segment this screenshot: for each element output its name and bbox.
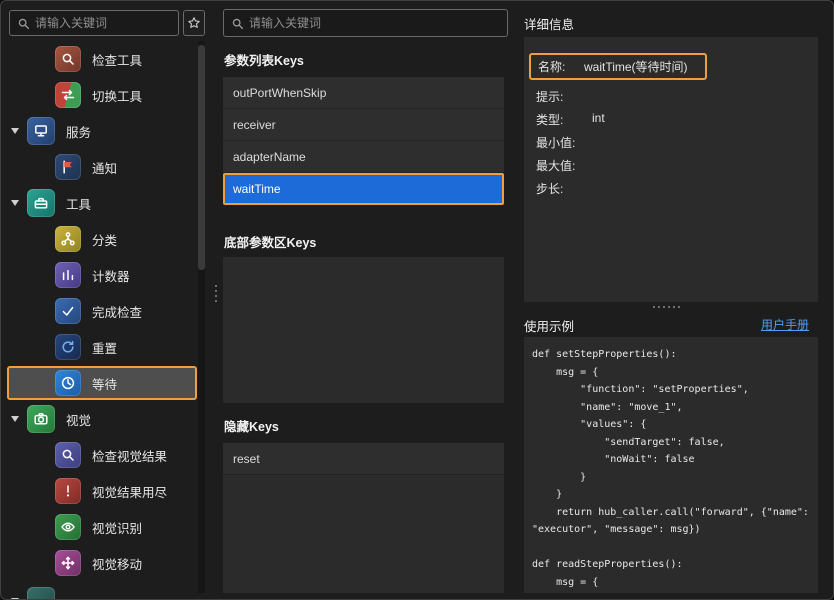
- search-icon: [17, 17, 30, 30]
- bottom-params-empty-list[interactable]: [223, 257, 504, 403]
- tree-item-vision-result-exhausted[interactable]: 视觉结果用尽: [1, 473, 197, 509]
- param-key-label: adapterName: [233, 150, 306, 164]
- check-icon: [55, 298, 81, 324]
- code-example-text: def setStepProperties(): msg = { "functi…: [532, 346, 810, 591]
- example-section-title: 使用示例: [524, 316, 574, 335]
- tree-item-service[interactable]: 服务: [1, 113, 197, 149]
- panel-splitter-handle[interactable]: [215, 285, 217, 302]
- detail-splitter-handle[interactable]: [653, 306, 680, 308]
- left-search-box[interactable]: [9, 10, 179, 36]
- field-name-highlight: 名称: waitTime(等待时间): [529, 53, 707, 80]
- middle-search-input[interactable]: [249, 16, 507, 30]
- app-window: 检查工具 切换工具 服务 通知 工具 分类 计数器 完成检: [0, 0, 834, 600]
- eye-icon: [55, 514, 81, 540]
- toolbox-icon: [27, 189, 55, 217]
- field-label: 提示:: [536, 88, 592, 105]
- field-label: 类型:: [536, 111, 592, 128]
- clock-icon: [55, 370, 81, 396]
- field-row-hint: 提示:: [524, 85, 818, 108]
- tree-item-switch-tool[interactable]: 切换工具: [1, 77, 197, 113]
- section-title: 参数列表Keys: [224, 50, 304, 69]
- section-title: 底部参数区Keys: [224, 232, 316, 251]
- branch-icon: [55, 226, 81, 252]
- field-label: 名称:: [538, 58, 584, 75]
- reset-icon: [55, 334, 81, 360]
- section-title: 隐藏Keys: [224, 416, 279, 435]
- left-scrollbar[interactable]: [198, 41, 205, 593]
- param-key-item-selected[interactable]: waitTime: [223, 173, 504, 205]
- field-row-type: 类型: int: [524, 108, 818, 131]
- left-scrollbar-thumb[interactable]: [198, 45, 205, 270]
- param-key-item[interactable]: outPortWhenSkip: [223, 77, 504, 109]
- code-example-box[interactable]: def setStepProperties(): msg = { "functi…: [524, 337, 818, 593]
- alert-icon: [55, 478, 81, 504]
- field-label: 步长:: [536, 180, 592, 197]
- field-label: 最小值:: [536, 134, 592, 151]
- tree-item-reset[interactable]: 重置: [1, 329, 197, 365]
- detail-panel-title: 详细信息: [524, 14, 574, 33]
- tree-item-notification[interactable]: 通知: [1, 149, 197, 185]
- search-icon: [231, 17, 244, 30]
- section-header-bottom-params: 底部参数区Keys: [216, 227, 511, 255]
- tree-item-classify[interactable]: 分类: [1, 221, 197, 257]
- hidden-key-item[interactable]: reset: [223, 443, 504, 475]
- field-row-step: 步长:: [524, 177, 818, 200]
- flag-icon: [55, 154, 81, 180]
- tree-item-vision-move[interactable]: 视觉移动: [1, 545, 197, 581]
- hidden-key-label: reset: [233, 452, 260, 466]
- left-search-input[interactable]: [35, 16, 178, 30]
- favorites-button[interactable]: [183, 10, 205, 36]
- move-icon: [55, 550, 81, 576]
- tree-item-inspect-tool[interactable]: 检查工具: [1, 41, 197, 77]
- switch-icon: [55, 82, 81, 108]
- collapse-arrow-icon[interactable]: [11, 416, 19, 422]
- param-key-item[interactable]: receiver: [223, 109, 504, 141]
- middle-search-box[interactable]: [223, 9, 508, 37]
- section-header-hidden-keys: 隐藏Keys: [216, 411, 511, 439]
- field-row-max: 最大值:: [524, 154, 818, 177]
- param-key-label: receiver: [233, 118, 276, 132]
- camera-icon: [27, 405, 55, 433]
- user-manual-link[interactable]: 用户手册: [761, 316, 809, 333]
- tree-item-finish-check[interactable]: 完成检查: [1, 293, 197, 329]
- collapse-arrow-icon[interactable]: [11, 128, 19, 134]
- collapse-arrow-icon[interactable]: [11, 200, 19, 206]
- tree-item-tools[interactable]: 工具: [1, 185, 197, 221]
- field-value: int: [592, 111, 605, 128]
- tree-item-wait[interactable]: 等待: [7, 366, 197, 400]
- hidden-keys-empty-list[interactable]: [223, 475, 504, 593]
- field-row-min: 最小值:: [524, 131, 818, 154]
- section-header-param-list: 参数列表Keys: [216, 45, 511, 73]
- tree-item-partial[interactable]: [1, 583, 197, 600]
- tree-item-vision[interactable]: 视觉: [1, 401, 197, 437]
- param-key-label: outPortWhenSkip: [233, 86, 326, 100]
- star-icon: [187, 16, 201, 30]
- field-value: waitTime(等待时间): [584, 58, 688, 75]
- folder-icon: [27, 587, 55, 600]
- counter-icon: [55, 262, 81, 288]
- magnifier-icon: [55, 46, 81, 72]
- monitor-icon: [27, 117, 55, 145]
- tree-item-counter[interactable]: 计数器: [1, 257, 197, 293]
- param-key-item[interactable]: adapterName: [223, 141, 504, 173]
- field-label: 最大值:: [536, 157, 592, 174]
- tree-item-vision-recognition[interactable]: 视觉识别: [1, 509, 197, 545]
- detail-info-box: 名称: waitTime(等待时间) 提示: 类型: int 最小值: 最大值:…: [524, 37, 818, 302]
- magnifier-icon: [55, 442, 81, 468]
- param-key-label: waitTime: [233, 182, 281, 196]
- tree-item-check-vision-result[interactable]: 检查视觉结果: [1, 437, 197, 473]
